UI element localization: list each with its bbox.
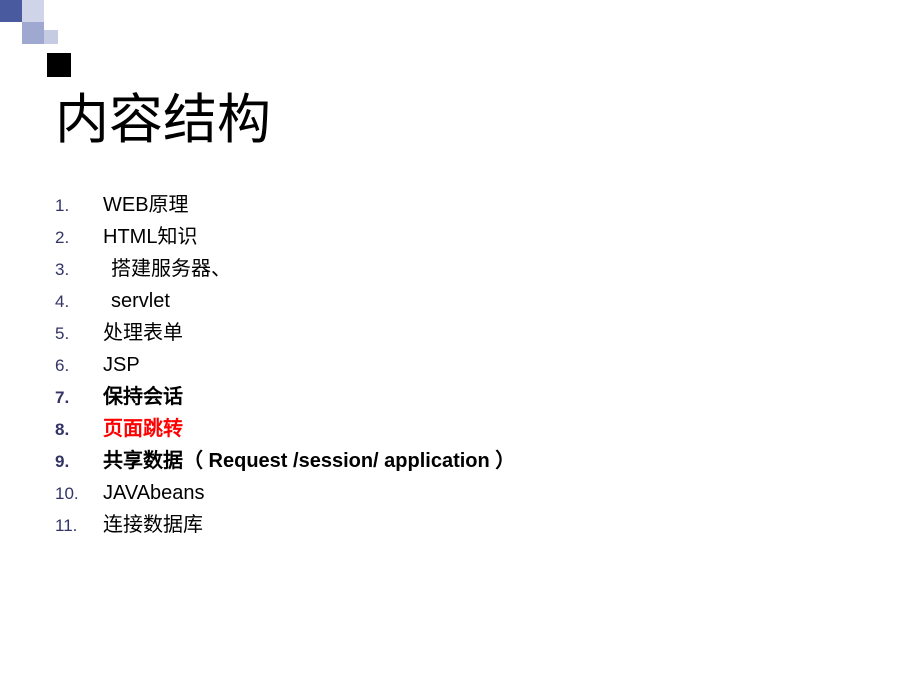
list-item-number: 5. (55, 321, 95, 347)
list-item-text: 搭建服务器、 (95, 254, 231, 285)
list-item-text: HTML知识 (95, 222, 197, 253)
list-item-text: JSP (95, 350, 140, 381)
list-item-text: servlet (95, 286, 170, 317)
list-item: 9.共享数据（ Request /session/ application ） (55, 446, 515, 477)
list-item: 10.JAVAbeans (55, 478, 515, 509)
list-item: 3.搭建服务器、 (55, 254, 515, 285)
list-item-text: 共享数据（ Request /session/ application ） (95, 446, 515, 477)
list-item: 2.HTML知识 (55, 222, 515, 253)
list-item: 8.页面跳转 (55, 414, 515, 445)
decoration-square (0, 0, 22, 22)
list-item: 11.连接数据库 (55, 510, 515, 541)
decoration-square (22, 22, 44, 44)
list-item: 6.JSP (55, 350, 515, 381)
corner-decoration (0, 0, 60, 50)
list-item-number: 6. (55, 353, 95, 379)
list-item: 4.servlet (55, 286, 515, 317)
list-item-number: 2. (55, 225, 95, 251)
list-item-text: WEB原理 (95, 190, 189, 221)
decoration-square (44, 30, 58, 44)
list-item-number: 9. (55, 449, 95, 475)
list-item-text: 保持会话 (95, 382, 183, 413)
list-item-number: 7. (55, 385, 95, 411)
list-item-number: 1. (55, 193, 95, 219)
list-item-text: 处理表单 (95, 318, 183, 349)
list-item-text: 连接数据库 (95, 510, 203, 541)
slide-title: 内容结构 (55, 75, 271, 154)
list-item: 5.处理表单 (55, 318, 515, 349)
content-list: 1.WEB原理2.HTML知识3.搭建服务器、4.servlet5.处理表单6.… (55, 190, 515, 542)
list-item-number: 4. (55, 289, 95, 315)
decoration-square (22, 0, 44, 22)
list-item-text: JAVAbeans (95, 478, 205, 509)
list-item-number: 10. (55, 481, 95, 507)
list-item: 7.保持会话 (55, 382, 515, 413)
list-item: 1.WEB原理 (55, 190, 515, 221)
list-item-number: 11. (55, 513, 95, 539)
list-item-text: 页面跳转 (95, 414, 183, 445)
list-item-number: 3. (55, 257, 95, 283)
list-item-number: 8. (55, 417, 95, 443)
decoration-square (47, 53, 71, 77)
